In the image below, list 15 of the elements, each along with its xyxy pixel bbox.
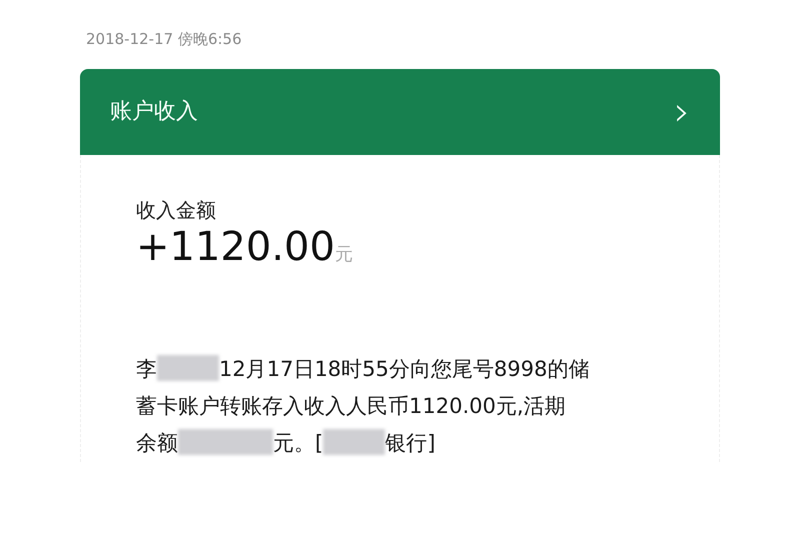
- message-text: 元。[: [273, 430, 324, 454]
- message-text: 李: [136, 356, 157, 380]
- redaction-blur: [323, 428, 386, 454]
- currency-unit: 元: [334, 242, 353, 266]
- redaction-blur: [157, 354, 219, 380]
- chevron-icon: ›: [674, 92, 690, 132]
- message-text: 12月17日18时55分向您尾号8998的储: [219, 356, 590, 380]
- message-text: 蓄卡账户转账存入收入人民币1120.00元,活期: [136, 394, 566, 418]
- header-title: 账户收入: [110, 98, 198, 126]
- message-text: 余额: [136, 430, 178, 454]
- header-bar[interactable]: 账户收入 ›: [80, 68, 720, 154]
- amount-label: 收入金额: [136, 196, 217, 224]
- timestamp: 2018-12-17 傍晚6:56: [85, 29, 243, 50]
- message-text: 银行]: [385, 430, 436, 454]
- amount-value: +1120.00: [136, 224, 335, 268]
